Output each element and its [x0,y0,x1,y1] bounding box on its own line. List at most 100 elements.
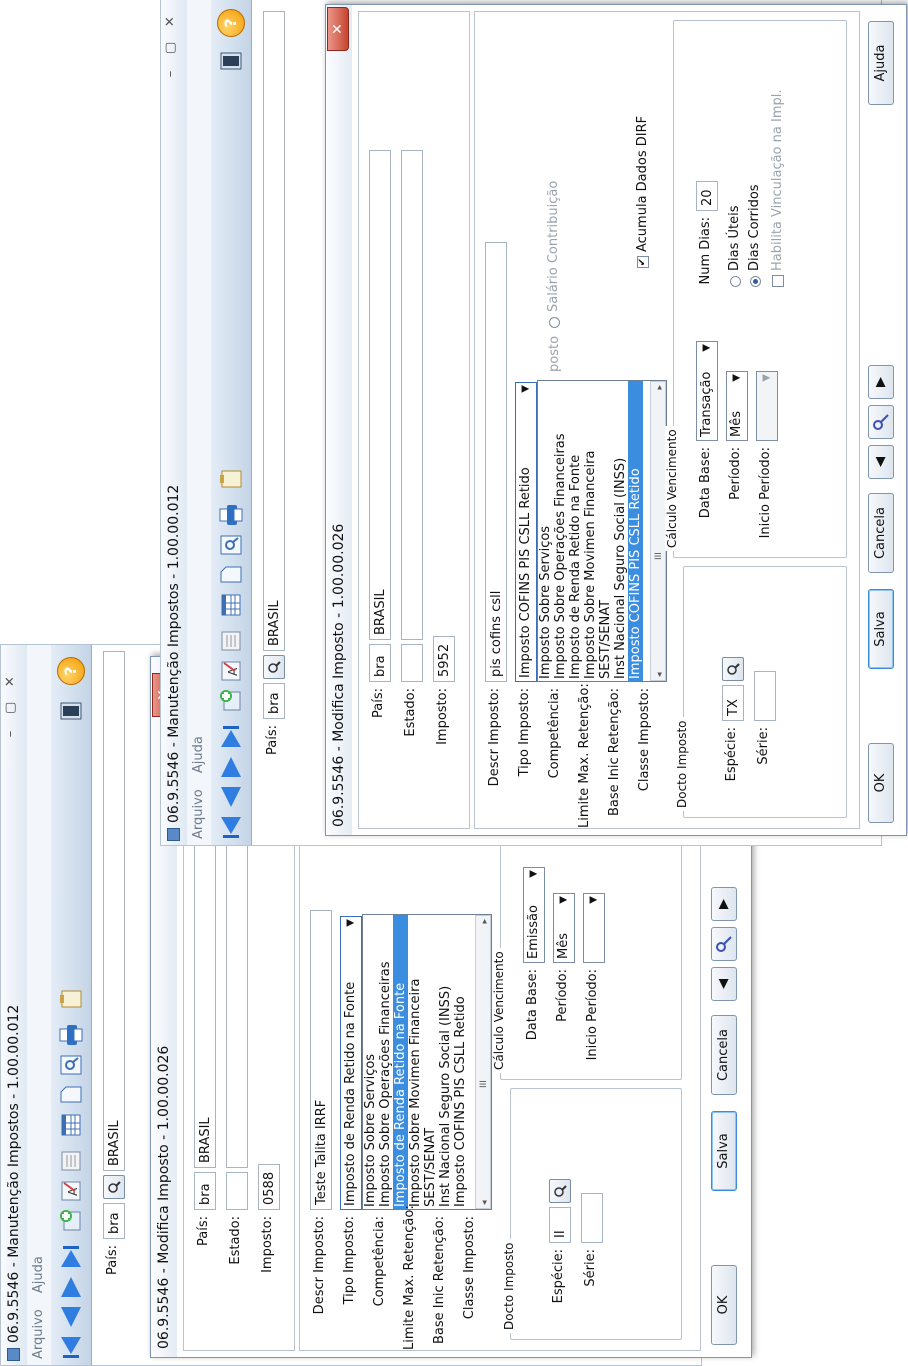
edit-icon[interactable]: A [57,1177,85,1205]
previous-record-icon[interactable] [217,783,245,811]
especie-search-button[interactable] [549,1179,571,1203]
dropdown-option[interactable]: Imposto COFINS PIS CSLL Retido [453,915,468,1209]
add-icon[interactable] [57,1207,85,1235]
serie-field[interactable] [581,1193,603,1243]
dropdown-option[interactable]: Imposto de Renda Retido na Fonte [568,381,583,681]
descr-imposto-field[interactable]: pis cofins csll [485,242,507,682]
menu-ajuda[interactable]: Ajuda [191,736,206,773]
first-record-icon[interactable] [57,1333,85,1361]
last-record-icon[interactable] [57,1243,85,1271]
previous-button[interactable]: ◀ [711,967,737,1001]
dropdown-option-highlighted[interactable]: Imposto COFINS PIS CSLL Retido [628,381,643,681]
document-icon[interactable] [217,561,245,589]
scroll-left-icon[interactable]: ◂ [478,1200,493,1205]
print-icon[interactable] [217,501,245,529]
cancela-button[interactable]: Cancela [868,493,894,573]
scroll-thumb[interactable]: III [652,552,667,560]
exit-door-icon[interactable] [217,47,245,75]
edit-icon[interactable]: A [217,657,245,685]
estado-field[interactable] [401,644,423,682]
grid-icon[interactable] [57,1111,85,1139]
descr-imposto-field[interactable]: Teste Talita IRRF [310,910,332,1210]
dropdown-option[interactable]: SEST/SENAT [598,381,613,681]
estado-field[interactable] [226,1172,248,1210]
next-button[interactable]: ▶ [868,365,894,399]
preview-icon[interactable] [217,531,245,559]
preview-icon[interactable] [57,1051,85,1079]
previous-button[interactable]: ◀ [868,445,894,479]
dropdown-option[interactable]: Imposto Sobre Serviços [363,915,378,1209]
previous-record-icon[interactable] [57,1303,85,1331]
tipo-imposto-select[interactable]: Imposto de Renda Retido na Fonte ▼ [340,916,362,1210]
list-icon[interactable] [217,627,245,655]
dropdown-option-highlighted[interactable]: Imposto de Renda Retido na Fonte [393,915,408,1209]
cancela-button[interactable]: Cancela [711,1015,737,1095]
list-icon[interactable] [57,1147,85,1175]
dias-uteis-radio[interactable] [730,276,741,287]
menu-ajuda[interactable]: Ajuda [31,1256,46,1293]
periodo-select[interactable]: Mês ▼ [553,893,575,963]
scroll-right-icon[interactable]: ▸ [653,385,668,390]
last-record-icon[interactable] [217,723,245,751]
maximize-button[interactable]: ▢ [3,697,18,719]
dropdown-option[interactable]: Imposto Sobre Operações Financeiras [553,381,568,681]
zoom-button[interactable] [868,405,894,439]
especie-field[interactable]: TX [722,685,744,721]
pais-code-field[interactable]: bra [194,1172,216,1210]
zoom-button[interactable] [711,927,737,961]
dropdown-option[interactable]: Imposto Sobre Operações Financeiras [378,915,393,1209]
close-button[interactable]: ✕ [163,11,178,33]
salva-button[interactable]: Salva [711,1111,737,1191]
clipboard-icon[interactable] [57,985,85,1013]
pais-search-button[interactable] [263,655,285,679]
tipo-imposto-select[interactable]: Imposto COFINS PIS CSLL Retido ▼ [515,382,537,682]
menu-arquivo[interactable]: Arquivo [191,789,206,839]
num-dias-field[interactable]: 20 [696,181,718,211]
pais-code-field[interactable]: bra [263,683,285,719]
periodo-select[interactable]: Mês ▼ [726,371,748,441]
dropdown-option[interactable]: Imposto Sobre Movimen Financeira [408,915,423,1209]
inicio-periodo-select[interactable]: ▼ [756,371,778,441]
data-base-select[interactable]: Emissão ▼ [523,867,545,963]
imposto-field[interactable]: 0588 [258,1164,280,1210]
dropdown-option[interactable]: Inst Nacional Seguro Social (INSS) [613,381,628,681]
first-record-icon[interactable] [217,813,245,841]
document-icon[interactable] [57,1081,85,1109]
next-record-icon[interactable] [57,1273,85,1301]
close-button[interactable]: ✕ [3,671,18,693]
habilita-vinculacao-checkbox[interactable] [772,275,784,287]
minimize-button[interactable]: – [163,63,178,85]
inicio-periodo-select[interactable]: ▼ [583,893,605,963]
scroll-thumb[interactable]: III [477,1080,492,1088]
dropdown-option[interactable]: Inst Nacional Seguro Social (INSS) [438,915,453,1209]
pais-code-field[interactable]: bra [369,644,391,682]
pais-search-button[interactable] [103,1175,125,1199]
tipo-imposto-dropdown[interactable]: Imposto Sobre Serviços Imposto Sobre Ope… [362,914,492,1210]
salario-contribuicao-radio[interactable] [549,317,560,328]
help-icon[interactable]: ? [217,9,245,37]
dropdown-option[interactable]: SEST/SENAT [423,915,438,1209]
scroll-right-icon[interactable]: ▸ [478,919,493,924]
maximize-button[interactable]: ▢ [163,37,178,59]
acumula-dirf-checkbox[interactable]: ✔ [637,256,649,268]
serie-field[interactable] [754,671,776,721]
imposto-field[interactable]: 5952 [433,636,455,682]
next-button[interactable]: ▶ [711,887,737,921]
print-icon[interactable] [57,1021,85,1049]
ok-button[interactable]: OK [868,743,894,823]
especie-search-button[interactable] [722,657,744,681]
salva-button[interactable]: Salva [868,589,894,669]
dropdown-option[interactable]: Imposto Sobre Movimen Financeira [583,381,598,681]
dialog-close-button[interactable]: ✕ [327,7,349,51]
minimize-button[interactable]: – [3,723,18,745]
exit-door-icon[interactable] [57,697,85,725]
menu-arquivo[interactable]: Arquivo [31,1309,46,1359]
next-record-icon[interactable] [217,753,245,781]
ajuda-button[interactable]: Ajuda [868,21,894,105]
data-base-select[interactable]: Transação ▼ [696,341,718,441]
help-icon[interactable]: ? [57,657,85,685]
dropdown-hscrollbar[interactable]: ◂ III ▸ [650,381,666,681]
dropdown-option[interactable]: Imposto Sobre Serviços [538,381,553,681]
tipo-imposto-dropdown[interactable]: Imposto Sobre Serviços Imposto Sobre Ope… [537,380,667,682]
grid-icon[interactable] [217,591,245,619]
